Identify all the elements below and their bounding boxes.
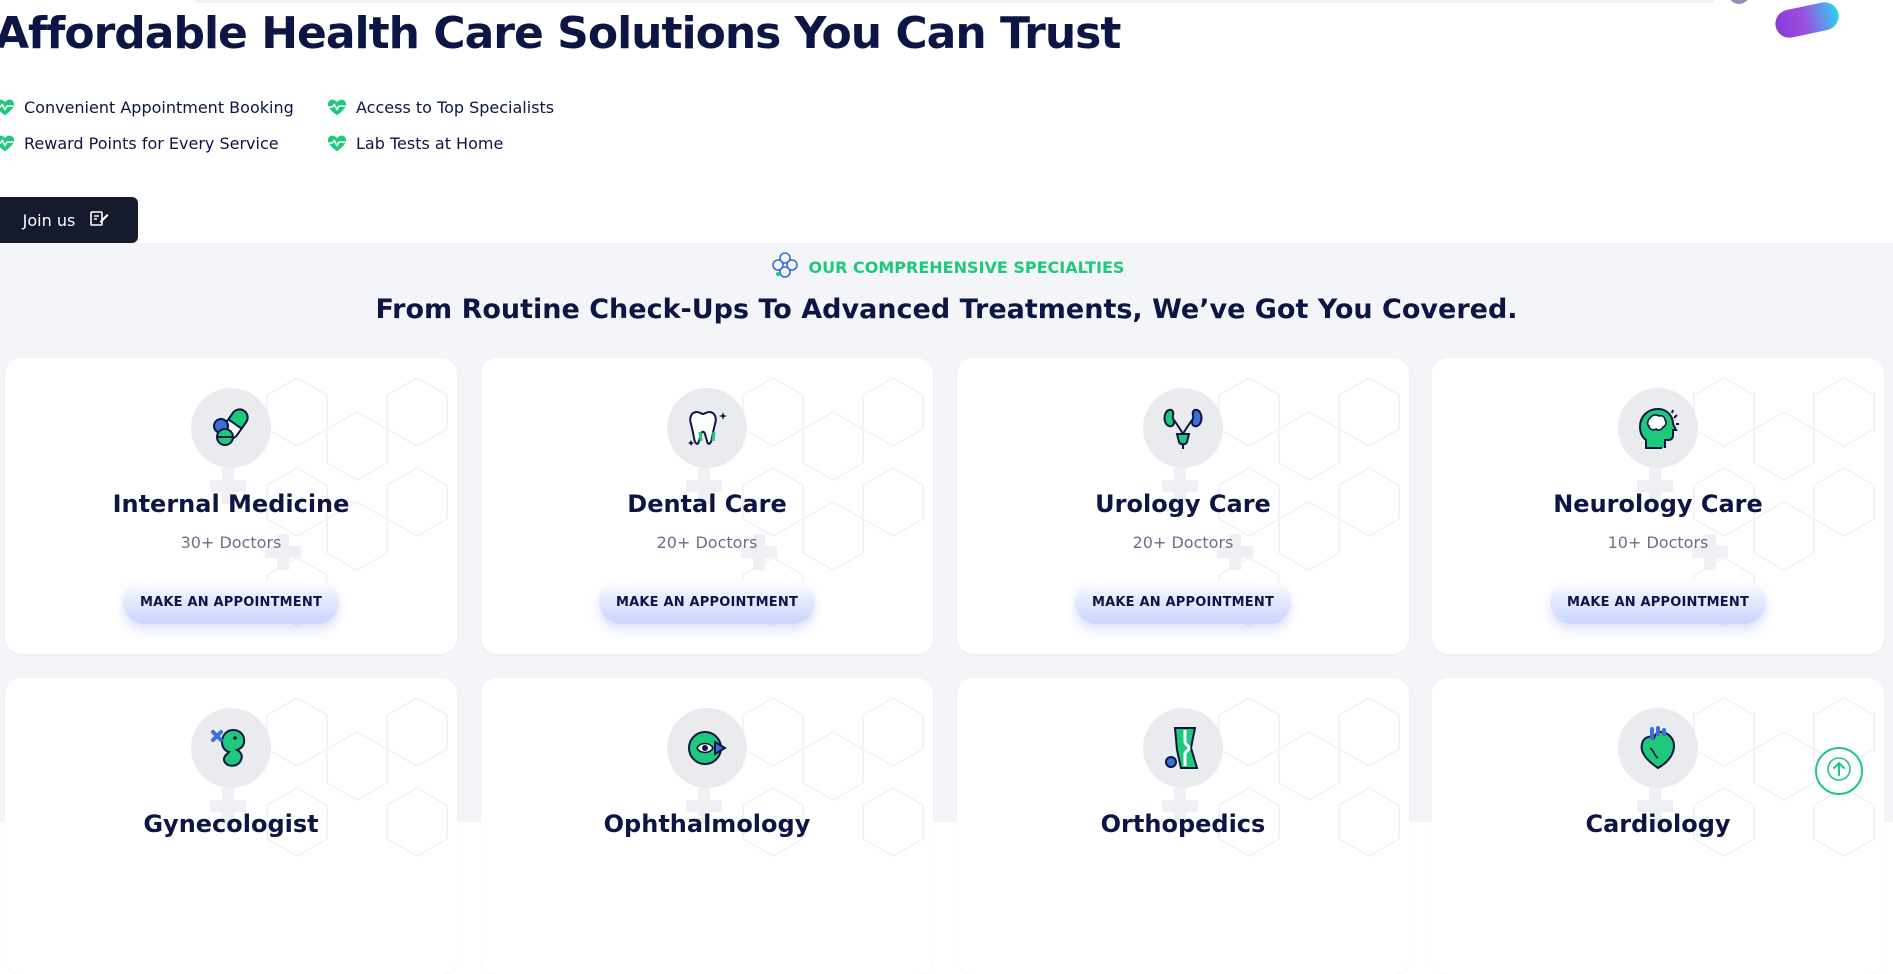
- card-doctor-count: 10+ Doctors: [1607, 533, 1709, 552]
- feature-label: Convenient Appointment Booking: [24, 97, 294, 117]
- make-appointment-button[interactable]: MAKE AN APPOINTMENT: [123, 580, 339, 624]
- feature-label: Access to Top Specialists: [356, 97, 555, 117]
- specialties-section: OUR COMPREHENSIVE SPECIALTIES From Routi…: [0, 243, 1893, 974]
- specialty-card[interactable]: Neurology Care 10+ Doctors MAKE AN APPOI…: [1432, 358, 1884, 654]
- heart-organ-icon: [1618, 708, 1698, 788]
- specialty-card[interactable]: Cardiology: [1432, 678, 1884, 974]
- brain-head-icon: [1618, 388, 1698, 468]
- card-title: Gynecologist: [143, 810, 319, 838]
- card-title: Dental Care: [627, 490, 787, 518]
- specialty-card[interactable]: Dental Care 20+ Doctors MAKE AN APPOINTM…: [481, 358, 933, 654]
- feature-item: Lab Tests at Home: [326, 132, 503, 154]
- specialty-card[interactable]: Gynecologist: [5, 678, 457, 974]
- feature-item: Reward Points for Every Service: [0, 132, 279, 154]
- heartbeat-icon: [326, 132, 348, 154]
- decorative-shape: [1728, 0, 1750, 4]
- card-title: Cardiology: [1585, 810, 1731, 838]
- fetus-icon: [191, 708, 271, 788]
- card-doctor-count: 20+ Doctors: [1132, 533, 1234, 552]
- scroll-to-top-button[interactable]: [1815, 747, 1863, 795]
- feature-item: Access to Top Specialists: [326, 96, 554, 118]
- specialty-card[interactable]: Orthopedics: [957, 678, 1409, 974]
- kidney-icon: [1143, 388, 1223, 468]
- join-us-button[interactable]: Join us: [0, 197, 138, 243]
- section-title: From Routine Check-Ups To Advanced Treat…: [375, 294, 1518, 325]
- eye-icon: [667, 708, 747, 788]
- specialty-card[interactable]: Urology Care 20+ Doctors MAKE AN APPOINT…: [957, 358, 1409, 654]
- section-eyebrow: OUR COMPREHENSIVE SPECIALTIES: [0, 249, 1893, 285]
- feature-item: Convenient Appointment Booking: [0, 96, 294, 118]
- card-doctor-count: 20+ Doctors: [656, 533, 758, 552]
- specialty-card[interactable]: Ophthalmology: [481, 678, 933, 974]
- card-title: Urology Care: [1095, 490, 1271, 518]
- section-eyebrow-label: OUR COMPREHENSIVE SPECIALTIES: [808, 257, 1125, 277]
- feature-label: Reward Points for Every Service: [24, 133, 279, 153]
- capsule-icon: [191, 388, 271, 468]
- hero-section: Affordable Health Care Solutions You Can…: [0, 0, 1893, 243]
- make-appointment-button[interactable]: MAKE AN APPOINTMENT: [1550, 580, 1766, 624]
- card-title: Ophthalmology: [603, 810, 811, 838]
- card-doctor-count: 30+ Doctors: [180, 533, 282, 552]
- heartbeat-icon: [0, 132, 16, 154]
- feature-label: Lab Tests at Home: [356, 133, 504, 153]
- tooth-icon: [667, 388, 747, 468]
- bone-joint-icon: [1143, 708, 1223, 788]
- arrow-up-icon: [1827, 757, 1851, 785]
- make-appointment-button[interactable]: MAKE AN APPOINTMENT: [1075, 580, 1291, 624]
- hero-divider: [195, 0, 1715, 3]
- decorative-pill-icon: [1772, 0, 1842, 41]
- specialty-card[interactable]: Internal Medicine 30+ Doctors MAKE AN AP…: [5, 358, 457, 654]
- card-title: Internal Medicine: [112, 490, 350, 518]
- heartbeat-icon: [326, 96, 348, 118]
- card-title: Orthopedics: [1100, 810, 1266, 838]
- heartbeat-icon: [0, 96, 16, 118]
- signup-icon: [89, 209, 109, 231]
- join-us-label: Join us: [22, 210, 76, 230]
- medical-cross-icon: [769, 249, 801, 285]
- card-title: Neurology Care: [1553, 490, 1763, 518]
- hero-title: Affordable Health Care Solutions You Can…: [0, 8, 1121, 59]
- make-appointment-button[interactable]: MAKE AN APPOINTMENT: [599, 580, 815, 624]
